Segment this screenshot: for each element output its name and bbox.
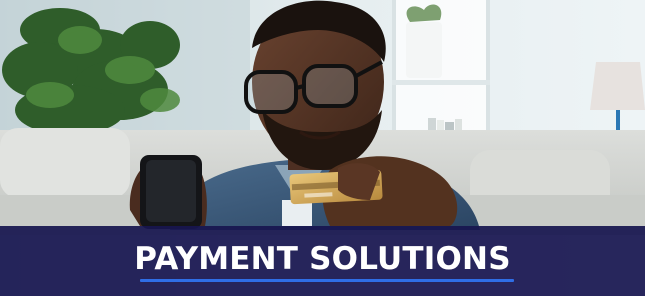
hero-card: PAYMENT SOLUTIONS xyxy=(0,0,645,296)
title-underline xyxy=(140,279,514,282)
banner-title: PAYMENT SOLUTIONS xyxy=(134,241,511,277)
